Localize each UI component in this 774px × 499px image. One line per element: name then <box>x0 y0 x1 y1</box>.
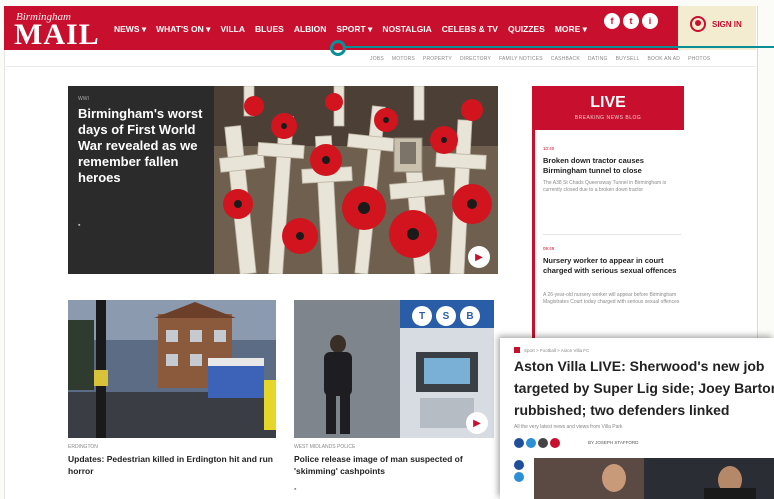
facebook-icon[interactable] <box>514 460 524 470</box>
nav-nostalgia[interactable]: NOSTALGIA <box>382 24 431 35</box>
card-tag: WEST MIDLANDS POLICE <box>294 444 356 450</box>
poppy-crosses-image <box>214 86 498 274</box>
live-blog-list: 10:40 Broken down tractor causes Birming… <box>532 130 687 344</box>
tsb-letter-s: S <box>436 306 456 326</box>
card-image-cashpoint[interactable]: T S B ▶ <box>294 300 494 438</box>
nav-sport[interactable]: SPORT ▾ <box>336 24 372 35</box>
hero-text-panel: WWI Birmingham's worst days of First Wor… <box>68 86 214 274</box>
live-item-time: 09:49 <box>543 246 555 251</box>
nav-celebs-tv[interactable]: CELEBS & TV <box>442 24 498 35</box>
live-item-body: The A38 St Chads Queensway Tunnel in Bir… <box>543 180 667 193</box>
street-scene-image <box>68 300 276 438</box>
play-icon[interactable]: ▶ <box>466 412 488 434</box>
subnav-dating[interactable]: DATING <box>588 56 608 62</box>
live-item-time: 10:40 <box>543 146 555 151</box>
nav-albion[interactable]: ALBION <box>294 24 327 35</box>
nav-whats-on[interactable]: WHAT'S ON ▾ <box>156 24 210 35</box>
nav-villa[interactable]: VILLA <box>220 24 245 35</box>
live-blog-header[interactable]: LIVE BREAKING NEWS BLOG <box>532 86 684 130</box>
twitter-share-icon[interactable] <box>526 438 536 448</box>
football-players-image <box>534 458 774 499</box>
site-logo[interactable]: Birmingham MAIL <box>14 11 100 51</box>
live-title: LIVE <box>590 94 626 111</box>
article-headline-line-1: Aston Villa LIVE: Sherwood's new job <box>514 358 765 374</box>
share-buttons <box>514 438 560 448</box>
facebook-icon[interactable]: f <box>604 13 620 29</box>
divider <box>4 66 756 67</box>
instagram-icon[interactable]: i <box>642 13 658 29</box>
live-subtitle: BREAKING NEWS BLOG <box>574 115 642 121</box>
tsb-sign: T S B <box>412 306 480 326</box>
subnav-buysell[interactable]: BUYSELL <box>616 56 640 62</box>
live-item-title[interactable]: Nursery worker to appear in court charge… <box>543 256 683 276</box>
twitter-icon[interactable]: t <box>623 13 639 29</box>
article-headline-line-3: rubbished; two defenders linked <box>514 402 730 418</box>
twitter-icon[interactable] <box>514 472 524 482</box>
facebook-share-icon[interactable] <box>514 438 524 448</box>
side-share-buttons <box>514 460 524 484</box>
live-item-body: A 26-year-old nursery worker will appear… <box>543 292 680 305</box>
article-headline-line-2: targeted by Super Lig side; Joey Barton <box>514 380 774 396</box>
card-tag: ERDINGTON <box>68 444 98 450</box>
card-headline[interactable]: Police release image of man suspected of… <box>294 453 500 477</box>
nav-more[interactable]: MORE ▾ <box>555 24 587 35</box>
home-icon[interactable] <box>514 347 520 353</box>
site-header: Birmingham MAIL NEWS ▾ WHAT'S ON ▾ VILLA… <box>4 6 756 50</box>
tsb-letter-t: T <box>412 306 432 326</box>
subnav-family-notices[interactable]: FAMILY NOTICES <box>499 56 543 62</box>
user-icon <box>690 16 706 32</box>
article-author: BY JOSEPH STAFFORD <box>588 440 639 445</box>
subnav-jobs[interactable]: JOBS <box>370 56 384 62</box>
comment-share-icon[interactable] <box>550 438 560 448</box>
article-standfirst: All the very latest news and views from … <box>514 424 623 430</box>
callout-marker <box>330 40 346 56</box>
hero-tag: WWI <box>78 96 89 102</box>
divider <box>543 234 681 235</box>
article-image <box>534 458 774 499</box>
sub-nav: JOBS MOTORS PROPERTY DIRECTORY FAMILY NO… <box>370 56 718 62</box>
nav-news[interactable]: NEWS ▾ <box>114 24 146 35</box>
nav-quizzes[interactable]: QUIZZES <box>508 24 545 35</box>
subnav-cashback[interactable]: CASHBACK <box>551 56 580 62</box>
article-overlay: Sport > Football > Aston Villa FC Aston … <box>500 338 774 499</box>
hero-story[interactable]: WWI Birmingham's worst days of First Wor… <box>68 86 498 274</box>
card-headline[interactable]: Updates: Pedestrian killed in Erdington … <box>68 453 278 477</box>
subnav-book-an-ad[interactable]: BOOK AN AD <box>648 56 681 62</box>
sign-in-label: SIGN IN <box>712 20 742 29</box>
subnav-property[interactable]: PROPERTY <box>423 56 452 62</box>
logo-city: Birmingham <box>16 11 71 23</box>
tsb-letter-b: B <box>460 306 480 326</box>
play-icon[interactable]: ▶ <box>468 246 490 268</box>
camera-icon: ▪ <box>78 222 81 229</box>
nav-blues[interactable]: BLUES <box>255 24 284 35</box>
hero-image-poppies[interactable]: ▶ <box>214 86 498 274</box>
logo-mail: MAIL <box>14 18 100 51</box>
subnav-directory[interactable]: DIRECTORY <box>460 56 491 62</box>
main-nav: NEWS ▾ WHAT'S ON ▾ VILLA BLUES ALBION SP… <box>114 24 597 35</box>
email-share-icon[interactable] <box>538 438 548 448</box>
page: Birmingham MAIL NEWS ▾ WHAT'S ON ▾ VILLA… <box>0 0 774 499</box>
live-item-title[interactable]: Broken down tractor causes Birmingham tu… <box>543 156 683 176</box>
subnav-photos[interactable]: PHOTOS <box>688 56 710 62</box>
camera-icon: ▪ <box>294 486 297 493</box>
callout-line <box>345 46 774 48</box>
card-image-erdington[interactable] <box>68 300 276 438</box>
subnav-motors[interactable]: MOTORS <box>392 56 415 62</box>
hero-headline[interactable]: Birmingham's worst days of First World W… <box>78 106 206 186</box>
social-links: f t i <box>604 13 658 29</box>
breadcrumb[interactable]: Sport > Football > Aston Villa FC <box>524 348 589 353</box>
